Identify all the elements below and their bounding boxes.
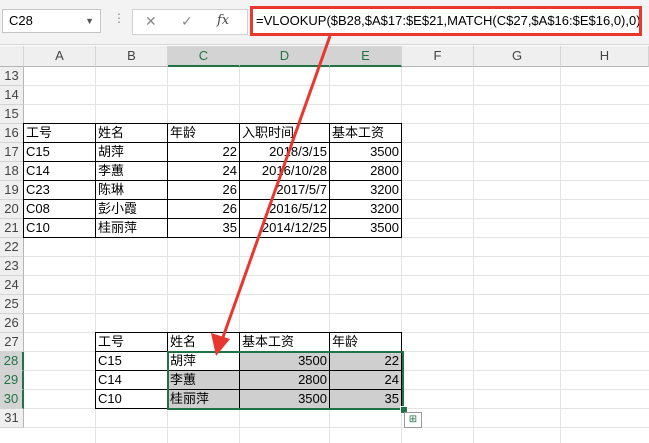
column-header-c[interactable]: C: [168, 46, 240, 67]
table-header-cell[interactable]: 年龄: [167, 123, 240, 143]
table-cell[interactable]: 2800: [329, 161, 402, 181]
worksheet-grid[interactable]: 13 14 15 16 17 18 19 20 21 22 23 24 25 2…: [0, 67, 649, 443]
table-cell[interactable]: C08: [23, 199, 96, 219]
table-cell[interactable]: 2016/10/28: [239, 161, 330, 181]
row-header[interactable]: 29: [0, 371, 24, 390]
table-cell[interactable]: 李蕙: [167, 370, 240, 390]
row-header[interactable]: 18: [0, 162, 24, 181]
column-header-b[interactable]: B: [96, 46, 168, 67]
table-cell[interactable]: 2016/5/12: [239, 199, 330, 219]
column-header-f[interactable]: F: [402, 46, 474, 67]
table-cell[interactable]: 2017/5/7: [239, 180, 330, 200]
table-cell[interactable]: 26: [167, 180, 240, 200]
row-header[interactable]: 27: [0, 333, 24, 352]
table-cell[interactable]: 35: [329, 389, 402, 409]
table-cell[interactable]: 3200: [329, 199, 402, 219]
table-cell[interactable]: 26: [167, 199, 240, 219]
row-header[interactable]: 17: [0, 143, 24, 162]
table-cell[interactable]: 陈琳: [95, 180, 168, 200]
table-cell[interactable]: 22: [167, 142, 240, 162]
row-header[interactable]: 16: [0, 124, 24, 143]
name-box[interactable]: C28 ▼: [2, 9, 101, 33]
table-header-cell[interactable]: 基本工资: [239, 332, 330, 352]
table-cell[interactable]: C14: [23, 161, 96, 181]
table-cell[interactable]: 胡萍: [167, 351, 240, 371]
table-cell[interactable]: C15: [23, 142, 96, 162]
table-header-cell[interactable]: 基本工资: [329, 123, 402, 143]
table-header-cell[interactable]: 工号: [23, 123, 96, 143]
table-cell[interactable]: 3200: [329, 180, 402, 200]
table-cell[interactable]: 胡萍: [95, 142, 168, 162]
table-cell[interactable]: 2800: [239, 370, 330, 390]
formula-bar: C28 ▼ ⋮ ✕ ✓ fx =VLOOKUP($B28,$A$17:$E$21…: [0, 0, 649, 45]
row-header[interactable]: 31: [0, 409, 24, 428]
table-cell[interactable]: 桂丽萍: [95, 218, 168, 238]
table-cell[interactable]: 22: [329, 351, 402, 371]
table-cell[interactable]: C10: [95, 389, 168, 409]
table-cell[interactable]: C10: [23, 218, 96, 238]
chevron-down-icon[interactable]: ▼: [85, 10, 94, 32]
more-icon: ⋮: [113, 11, 125, 25]
formula-buttons: ✕ ✓ fx: [132, 9, 248, 35]
formula-input[interactable]: =VLOOKUP($B28,$A$17:$E$21,MATCH(C$27,$A$…: [250, 6, 642, 36]
column-header-h[interactable]: H: [561, 46, 649, 67]
row-header[interactable]: 15: [0, 105, 24, 124]
table-cell[interactable]: C23: [23, 180, 96, 200]
row-header[interactable]: 19: [0, 181, 24, 200]
row-header[interactable]: 14: [0, 86, 24, 105]
column-header-d[interactable]: D: [240, 46, 330, 67]
row-header[interactable]: 24: [0, 276, 24, 295]
table-cell[interactable]: 2018/3/15: [239, 142, 330, 162]
row-header[interactable]: 21: [0, 219, 24, 238]
table-header-cell[interactable]: 工号: [95, 332, 168, 352]
column-header-g[interactable]: G: [474, 46, 561, 67]
table-header-cell[interactable]: 姓名: [167, 332, 240, 352]
table-cell[interactable]: 李蕙: [95, 161, 168, 181]
table-header-cell[interactable]: 年龄: [329, 332, 402, 352]
table-cell[interactable]: C15: [95, 351, 168, 371]
table-cell[interactable]: 3500: [239, 351, 330, 371]
table-cell[interactable]: 3500: [329, 142, 402, 162]
name-box-value: C28: [9, 13, 33, 28]
quick-analysis-icon[interactable]: ⊞: [404, 412, 422, 428]
column-header-e[interactable]: E: [330, 46, 402, 67]
table-cell[interactable]: C14: [95, 370, 168, 390]
select-all-corner[interactable]: [0, 46, 24, 67]
table-header-cell[interactable]: 姓名: [95, 123, 168, 143]
row-header[interactable]: 20: [0, 200, 24, 219]
row-header[interactable]: 30: [0, 390, 24, 409]
table-header-cell[interactable]: 入职时间: [239, 123, 330, 143]
row-header[interactable]: 23: [0, 257, 24, 276]
row-header[interactable]: 22: [0, 238, 24, 257]
table-cell[interactable]: 35: [167, 218, 240, 238]
table-cell[interactable]: 24: [167, 161, 240, 181]
table-cell[interactable]: 24: [329, 370, 402, 390]
table-cell[interactable]: 3500: [329, 218, 402, 238]
row-header[interactable]: 28: [0, 352, 24, 371]
table-cell[interactable]: 彭小霞: [95, 199, 168, 219]
table-cell[interactable]: 桂丽萍: [167, 389, 240, 409]
insert-function-icon[interactable]: fx: [217, 13, 229, 28]
row-header[interactable]: 25: [0, 295, 24, 314]
table-cell[interactable]: 2014/12/25: [239, 218, 330, 238]
row-header[interactable]: 26: [0, 314, 24, 333]
column-header-a[interactable]: A: [24, 46, 96, 67]
enter-icon[interactable]: ✓: [181, 13, 193, 30]
row-header[interactable]: 13: [0, 67, 24, 86]
table-cell[interactable]: 3500: [239, 389, 330, 409]
cancel-icon[interactable]: ✕: [145, 13, 157, 30]
